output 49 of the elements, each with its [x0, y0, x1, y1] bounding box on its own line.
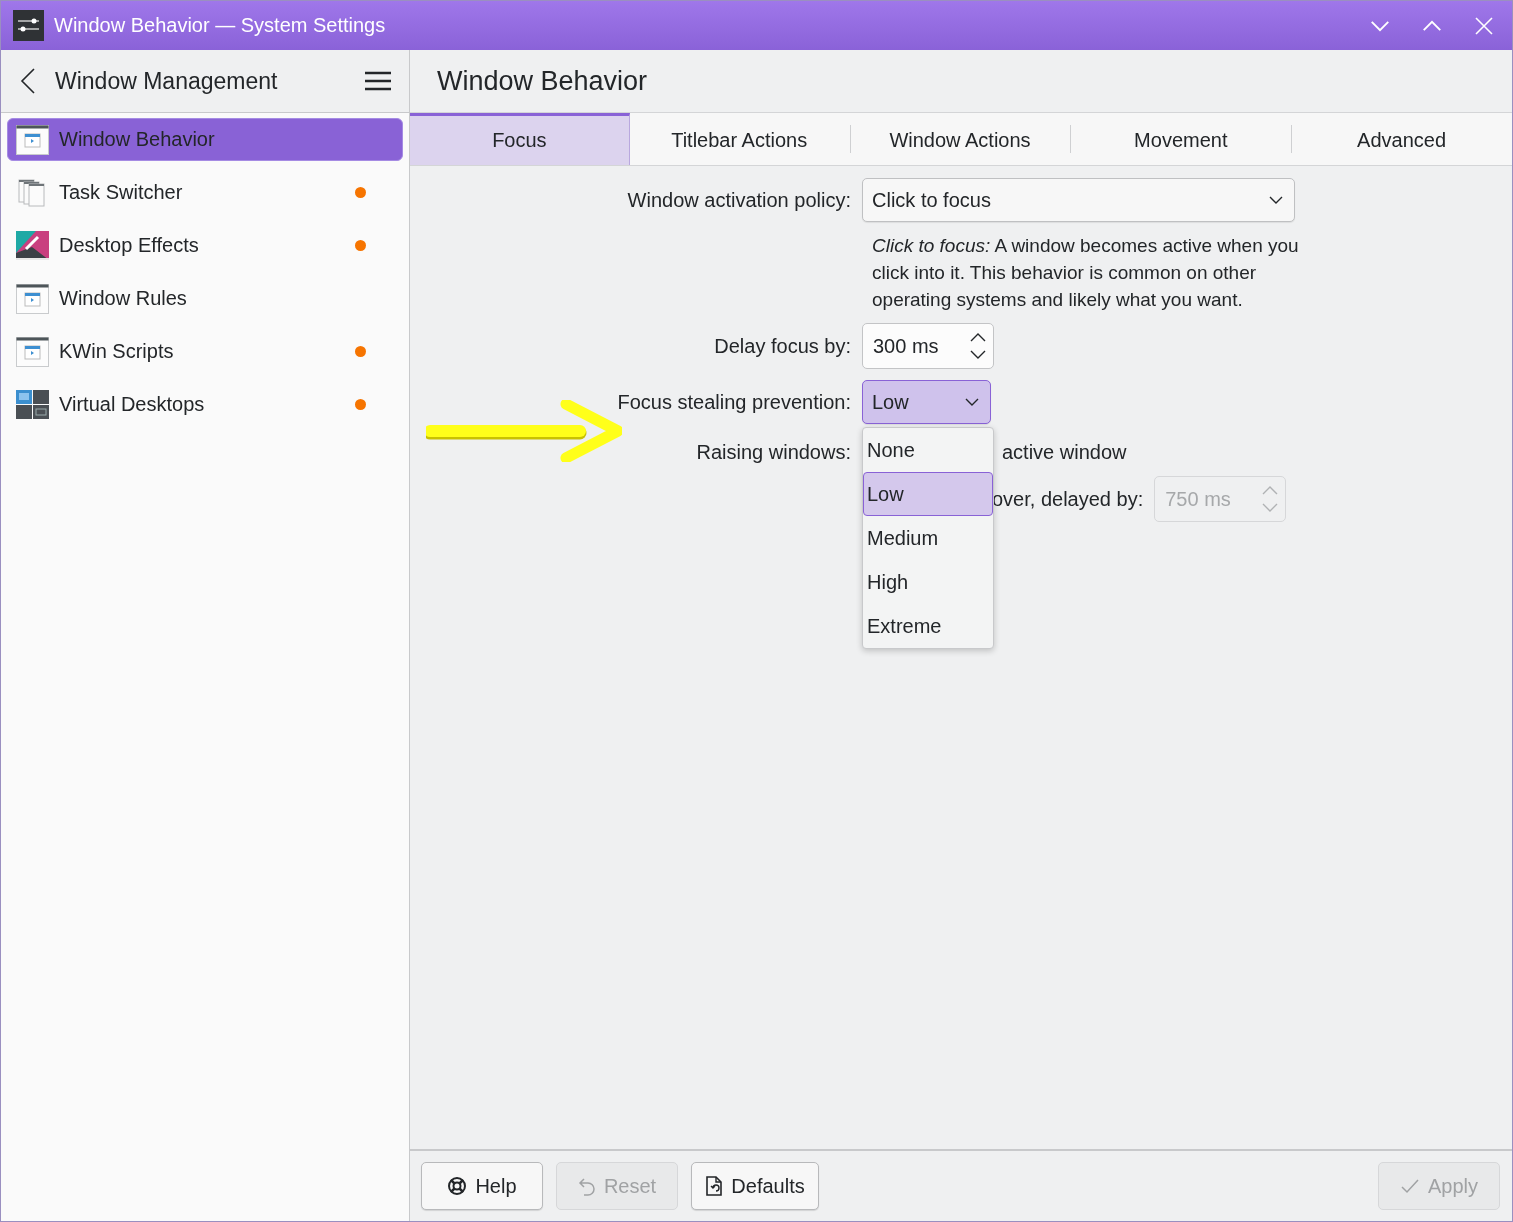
window-icon [16, 124, 49, 155]
policy-description: Click to focus: A window becomes active when you click into it. This behavior is common on other operating systems and likely what you want. [872, 234, 1300, 312]
sidebar-item[interactable]: Desktop Effects [7, 224, 403, 267]
checkbox-label: over, delayed by: [992, 487, 1144, 511]
settings-sliders-icon [13, 10, 44, 41]
sidebar-item-label: Window Behavior [59, 128, 216, 151]
sidebar-item-label: Window Rules [59, 287, 188, 310]
window-icon [16, 336, 49, 367]
tab[interactable]: Titlebar Actions [629, 113, 850, 165]
sidebar-item[interactable]: Task Switcher [7, 171, 403, 214]
close-icon [1474, 15, 1494, 36]
desktop-effects-icon [16, 230, 49, 261]
footer-button[interactable]: Help [421, 1162, 543, 1210]
sidebar-item-label: Desktop Effects [59, 234, 200, 257]
sidebar-header-title: Window Management [55, 67, 279, 95]
menu-option[interactable]: Extreme [863, 604, 993, 648]
tab[interactable]: Window Actions [850, 113, 1071, 165]
undo-icon [577, 1176, 596, 1196]
menu-option[interactable]: Low [863, 472, 993, 516]
sidebar-item-label: Task Switcher [59, 181, 184, 204]
footer-button[interactable]: Defaults [691, 1162, 819, 1210]
virtual-desktops-icon [16, 389, 49, 420]
field-label: Window activation policy: [626, 188, 852, 212]
spin-arrows-icon[interactable] [969, 331, 987, 361]
menu-button[interactable] [365, 71, 391, 91]
sidebar-item-label: Virtual Desktops [59, 393, 206, 416]
field-label: Focus stealing prevention: [616, 390, 852, 414]
document-revert-icon [705, 1176, 724, 1196]
window-title: Window Behavior — System Settings [54, 14, 387, 37]
activation-policy-dropdown[interactable]: Click to focus [862, 178, 1295, 222]
window-icon [16, 283, 49, 314]
menu-option[interactable]: Medium [863, 516, 993, 560]
sidebar-item[interactable]: KWin Scripts [7, 330, 403, 373]
menu-icon [365, 71, 391, 91]
sidebar-item[interactable]: Window Rules [7, 277, 403, 320]
field-label: Raising windows: [695, 440, 852, 464]
menu-option[interactable]: None [863, 428, 993, 472]
checkmark-icon [1400, 1177, 1420, 1195]
sidebar-item[interactable]: Virtual Desktops [7, 383, 403, 426]
tab[interactable]: Advanced [1292, 113, 1512, 165]
checkbox-label: active window [1002, 440, 1127, 464]
delay-spinbox[interactable]: 300 ms [862, 323, 994, 369]
sidebar-item-label: KWin Scripts [59, 340, 175, 363]
tab[interactable]: Movement [1071, 113, 1292, 165]
page-title: Window Behavior [437, 65, 648, 97]
field-label: Delay focus by: [713, 334, 852, 358]
tab[interactable]: Focus [410, 113, 630, 165]
menu-option[interactable]: High [863, 560, 993, 604]
lifebuoy-icon [447, 1176, 468, 1196]
